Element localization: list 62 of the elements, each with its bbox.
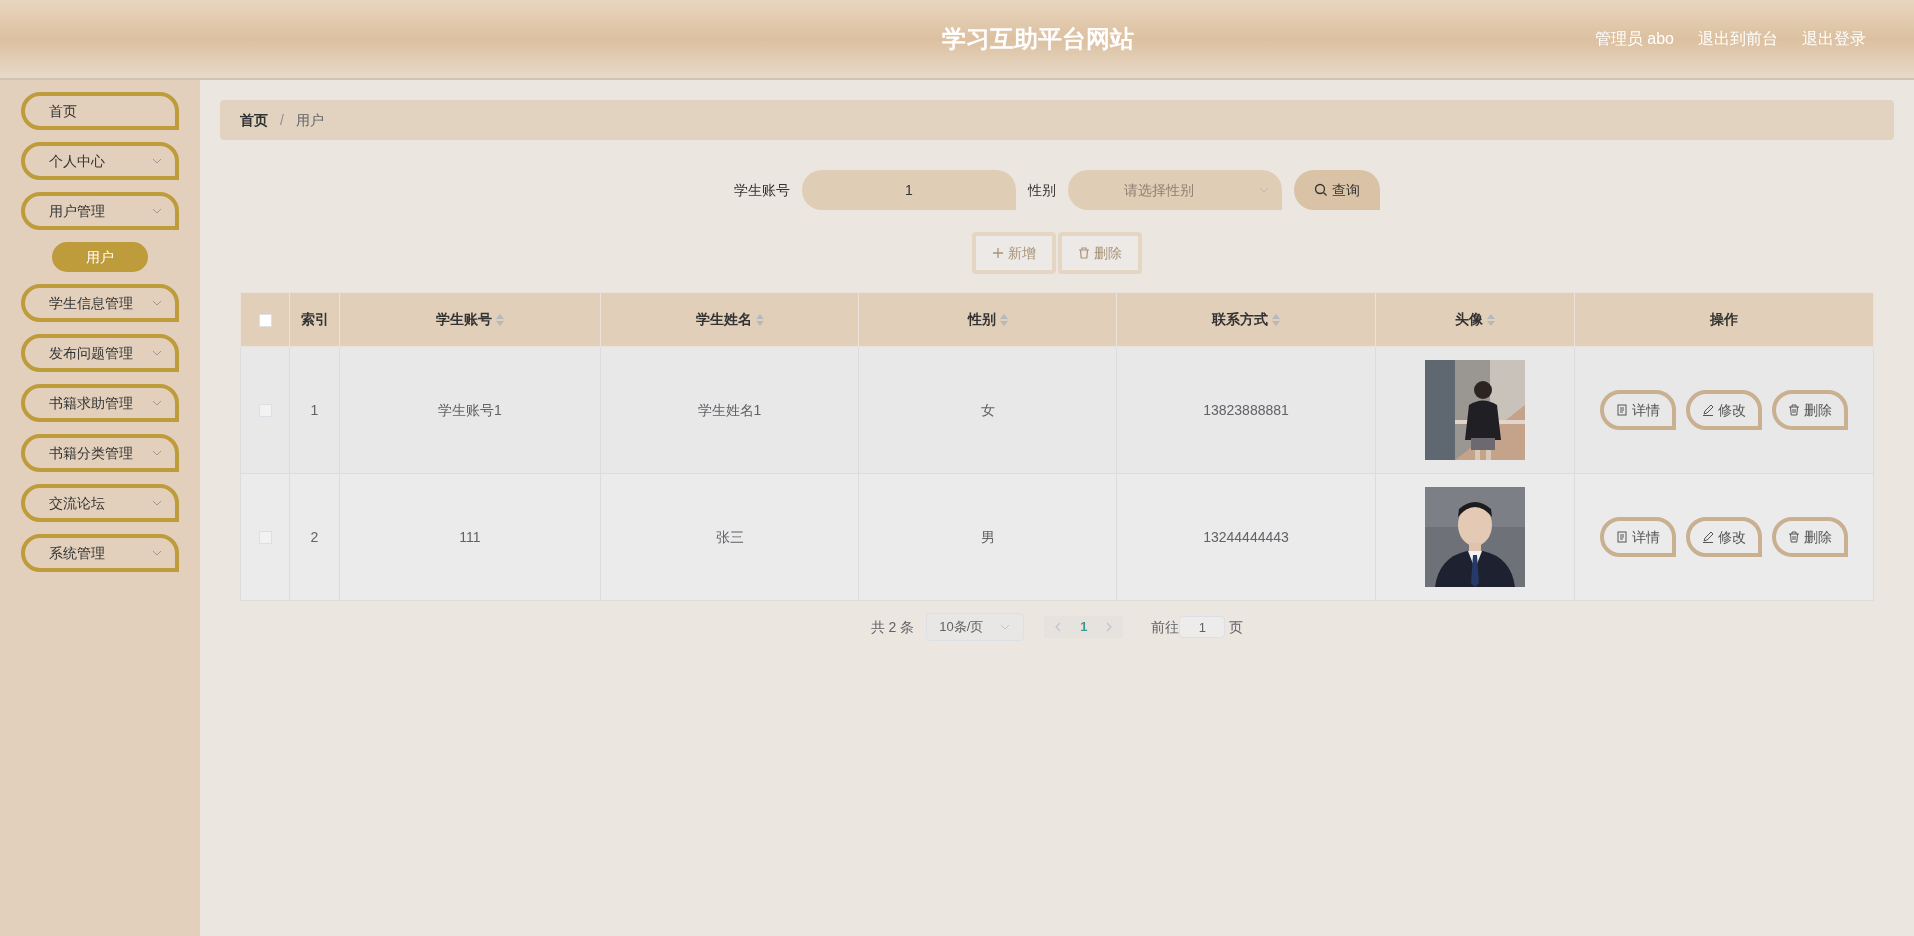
table-cell: 学生姓名1 bbox=[697, 401, 762, 418]
trash-icon bbox=[1078, 247, 1090, 259]
sort-icon bbox=[755, 313, 764, 326]
sort-icon bbox=[496, 313, 504, 326]
column-header: 操作 bbox=[1574, 292, 1874, 347]
table-cell: 男 bbox=[980, 528, 995, 545]
text-field[interactable]: 1 bbox=[802, 170, 1016, 210]
select-placeholder: 请选择性别 bbox=[1124, 180, 1194, 200]
search-icon bbox=[1314, 183, 1328, 197]
pencil-icon bbox=[1702, 531, 1714, 543]
sidebar-item[interactable]: 发布问题管理 bbox=[21, 334, 179, 372]
table-cell: 111 bbox=[459, 528, 481, 545]
sort-icon bbox=[1487, 313, 1495, 326]
sidebar-item[interactable]: 系统管理 bbox=[21, 534, 179, 572]
delete-button[interactable]: 删除 bbox=[1772, 390, 1848, 430]
sidebar-item[interactable]: 交流论坛 bbox=[21, 484, 179, 522]
table-cell: 张三 bbox=[715, 528, 744, 545]
page-suffix: 页 bbox=[1229, 617, 1244, 637]
table-cell: 2 bbox=[310, 528, 319, 545]
sidebar-item[interactable]: 个人中心 bbox=[21, 142, 179, 180]
search-button[interactable]: 查询 bbox=[1294, 170, 1380, 210]
sidebar-item[interactable]: 书籍分类管理 bbox=[21, 434, 179, 472]
table-cell: 1 bbox=[310, 401, 319, 418]
checkbox[interactable] bbox=[258, 313, 272, 327]
column-header: 索引 bbox=[289, 292, 340, 347]
edit-button[interactable]: 修改 bbox=[1686, 390, 1762, 430]
site-title: 学习互助平台网站 bbox=[942, 24, 1135, 54]
breadcrumb-item: 用户 bbox=[295, 110, 324, 130]
sidebar-item[interactable]: 书籍求助管理 bbox=[21, 384, 179, 422]
page-size-select[interactable]: 10条/页 bbox=[926, 613, 1025, 641]
breadcrumb-separator: / bbox=[280, 110, 284, 130]
column-header[interactable]: 学生账号 bbox=[339, 292, 601, 347]
document-icon bbox=[1616, 531, 1628, 543]
delete-button[interactable]: 删除 bbox=[1772, 517, 1848, 557]
sort-icon bbox=[999, 313, 1008, 326]
field-label: 学生账号 bbox=[734, 180, 790, 200]
edit-button[interactable]: 修改 bbox=[1686, 517, 1762, 557]
total-count: 共 2 条 bbox=[870, 617, 915, 637]
table-cell: 学生账号1 bbox=[438, 401, 502, 418]
sort-icon bbox=[1272, 313, 1280, 326]
column-header[interactable]: 性别 bbox=[858, 292, 1117, 347]
field-label: 性别 bbox=[1028, 180, 1056, 200]
trash-icon bbox=[1788, 404, 1800, 416]
table-cell: 女 bbox=[980, 401, 995, 418]
column-header[interactable]: 联系方式 bbox=[1116, 292, 1376, 347]
trash-icon bbox=[1788, 531, 1800, 543]
goto-label: 前往 bbox=[1151, 617, 1180, 637]
table-cell: 13244444443 bbox=[1203, 528, 1289, 545]
detail-button[interactable]: 详情 bbox=[1600, 517, 1676, 557]
user-label: 管理员 abo bbox=[1594, 29, 1674, 49]
detail-button[interactable]: 详情 bbox=[1600, 390, 1676, 430]
breadcrumb-item[interactable]: 首页 bbox=[240, 109, 268, 131]
sidebar-item[interactable]: 用户管理 bbox=[21, 192, 179, 230]
document-icon bbox=[1616, 404, 1628, 416]
sidebar-item[interactable]: 首页 bbox=[21, 92, 179, 130]
sidebar-item[interactable]: 学生信息管理 bbox=[21, 284, 179, 322]
column-header[interactable]: 头像 bbox=[1375, 292, 1575, 347]
plus-icon bbox=[992, 247, 1004, 259]
pencil-icon bbox=[1702, 404, 1714, 416]
column-header[interactable]: 学生姓名 bbox=[600, 292, 859, 347]
table-cell: 13823888881 bbox=[1203, 401, 1289, 418]
page-input[interactable]: 1 bbox=[1179, 616, 1226, 638]
